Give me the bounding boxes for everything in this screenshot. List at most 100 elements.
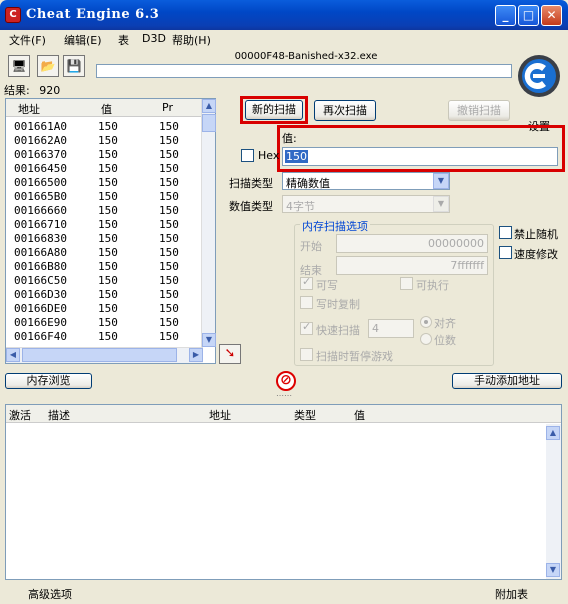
address-table[interactable]: 激活 描述 地址 类型 值 ▲ ▼ xyxy=(5,404,562,580)
results-hscroll[interactable]: ◀ ▶ xyxy=(6,347,203,363)
row-previous: 150 xyxy=(159,316,179,329)
col-active[interactable]: 激活 xyxy=(9,407,31,423)
copy-on-write-checkbox[interactable] xyxy=(300,296,313,309)
pause-game-checkbox[interactable] xyxy=(300,348,313,361)
results-vscroll[interactable]: ▲ ▼ xyxy=(201,99,216,347)
fast-scan-input[interactable]: 4 xyxy=(368,319,414,338)
value-type-value: 4字节 xyxy=(286,200,315,213)
fast-scan-label: 快速扫描 xyxy=(316,324,360,337)
splitter-handle[interactable]: ⋯⋯ xyxy=(0,392,568,402)
table-row[interactable]: 00166E90 150 150 xyxy=(6,316,203,330)
executable-checkbox[interactable] xyxy=(400,277,413,290)
start-label: 开始 xyxy=(300,240,322,253)
unrandomizer-checkbox[interactable] xyxy=(499,226,512,239)
stop-address-input[interactable]: 7fffffff xyxy=(336,256,488,275)
scroll-right-icon[interactable]: ▶ xyxy=(189,348,203,362)
table-row[interactable]: 00166C50 150 150 xyxy=(6,274,203,288)
alignment-radio[interactable] xyxy=(420,316,432,328)
table-row[interactable]: 00166500 150 150 xyxy=(6,176,203,190)
row-value: 150 xyxy=(98,260,118,273)
row-previous: 150 xyxy=(159,204,179,217)
scroll-left-icon[interactable]: ◀ xyxy=(6,348,20,362)
scan-progress-bar xyxy=(96,64,512,78)
window-title: Cheat Engine 6.3 xyxy=(26,7,160,22)
row-previous: 150 xyxy=(159,148,179,161)
next-scan-button[interactable]: 再次扫描 xyxy=(314,100,376,121)
maximize-button[interactable]: □ xyxy=(518,5,539,26)
col-previous[interactable]: Pr xyxy=(162,101,173,114)
row-value: 150 xyxy=(98,148,118,161)
table-row[interactable]: 00166DE0 150 150 xyxy=(6,302,203,316)
col-value[interactable]: 值 xyxy=(101,101,112,117)
last-digits-label: 位数 xyxy=(434,334,456,347)
menu-table[interactable]: 表 xyxy=(118,32,129,48)
menu-d3d[interactable]: D3D xyxy=(142,32,166,45)
open-file-icon[interactable]: 📂 xyxy=(37,55,59,77)
hex-checkbox[interactable] xyxy=(241,149,254,162)
table-row[interactable]: 00166A80 150 150 xyxy=(6,246,203,260)
col-addr[interactable]: 地址 xyxy=(209,407,231,423)
scroll-up-icon[interactable]: ▲ xyxy=(546,426,560,440)
table-row[interactable]: 00166370 150 150 xyxy=(6,148,203,162)
close-button[interactable]: ✕ xyxy=(541,5,562,26)
new-scan-button[interactable]: 新的扫描 xyxy=(245,100,303,120)
row-value: 150 xyxy=(98,162,118,175)
col-address[interactable]: 地址 xyxy=(18,101,40,117)
table-row[interactable]: 00166D30 150 150 xyxy=(6,288,203,302)
advanced-options-link[interactable]: 高级选项 xyxy=(28,586,72,602)
row-address: 00166710 xyxy=(14,218,67,231)
row-address: 001662A0 xyxy=(14,134,67,147)
found-count-value: 920 xyxy=(39,84,61,97)
table-row[interactable]: 00166830 150 150 xyxy=(6,232,203,246)
scan-type-label: 扫描类型 xyxy=(229,177,273,190)
table-row[interactable]: 00166F40 150 150 xyxy=(6,330,203,344)
memory-view-button[interactable]: 内存浏览 xyxy=(5,373,92,389)
hex-label: Hex xyxy=(258,149,280,162)
copy-on-write-label: 写时复制 xyxy=(316,298,360,311)
cheat-engine-logo-icon[interactable] xyxy=(515,52,563,100)
row-value: 150 xyxy=(98,190,118,203)
add-to-list-arrow-icon[interactable]: ➘ xyxy=(219,344,241,364)
row-address: 001661A0 xyxy=(14,120,67,133)
scroll-down-icon[interactable]: ▼ xyxy=(202,333,216,347)
start-address-input[interactable]: 00000000 xyxy=(336,234,488,253)
table-row[interactable]: 00166660 150 150 xyxy=(6,204,203,218)
results-list[interactable]: 地址 值 Pr 001661A0 150 150 001662A0 150 150 0016… xyxy=(5,98,216,364)
menu-file[interactable]: 文件(F) xyxy=(9,32,46,48)
chevron-down-icon[interactable]: ▼ xyxy=(433,173,449,189)
table-row[interactable]: 00166450 150 150 xyxy=(6,162,203,176)
address-table-vscroll[interactable]: ▲ ▼ xyxy=(546,424,561,579)
value-type-select[interactable]: 4字节 ▼ xyxy=(282,195,450,213)
table-extras-link[interactable]: 附加表 xyxy=(495,586,528,602)
scroll-up-icon[interactable]: ▲ xyxy=(202,99,216,113)
table-row[interactable]: 001661A0 150 150 xyxy=(6,120,203,134)
menu-help[interactable]: 帮助(H) xyxy=(172,32,211,48)
save-icon[interactable]: 💾 xyxy=(63,55,85,77)
table-row[interactable]: 001665B0 150 150 xyxy=(6,190,203,204)
fast-scan-checkbox[interactable] xyxy=(300,320,313,335)
row-value: 150 xyxy=(98,246,118,259)
chevron-down-icon[interactable]: ▼ xyxy=(433,196,449,212)
last-digits-radio[interactable] xyxy=(420,333,432,345)
speedhack-checkbox[interactable] xyxy=(499,246,512,259)
scroll-thumb[interactable] xyxy=(202,114,216,132)
col-type[interactable]: 类型 xyxy=(294,407,316,423)
writable-checkbox[interactable] xyxy=(300,275,313,290)
hscroll-thumb[interactable] xyxy=(22,348,177,362)
menu-edit[interactable]: 编辑(E) xyxy=(64,32,102,48)
minimize-button[interactable]: _ xyxy=(495,5,516,26)
scroll-down-icon[interactable]: ▼ xyxy=(546,563,560,577)
table-row[interactable]: 00166710 150 150 xyxy=(6,218,203,232)
table-row[interactable]: 00166B80 150 150 xyxy=(6,260,203,274)
col-description[interactable]: 描述 xyxy=(48,407,70,423)
col-val[interactable]: 值 xyxy=(354,407,365,423)
table-row[interactable]: 001662A0 150 150 xyxy=(6,134,203,148)
value-input[interactable]: 150 xyxy=(282,147,558,166)
add-address-manually-button[interactable]: 手动添加地址 xyxy=(452,373,562,389)
scan-type-select[interactable]: 精确数值 ▼ xyxy=(282,172,450,190)
row-value: 150 xyxy=(98,316,118,329)
undo-scan-button[interactable]: 撤销扫描 xyxy=(448,100,510,121)
clear-list-icon[interactable]: ⊘ xyxy=(276,371,296,391)
open-process-icon[interactable]: 🖥 xyxy=(8,55,30,77)
row-address: 00166D30 xyxy=(14,288,67,301)
